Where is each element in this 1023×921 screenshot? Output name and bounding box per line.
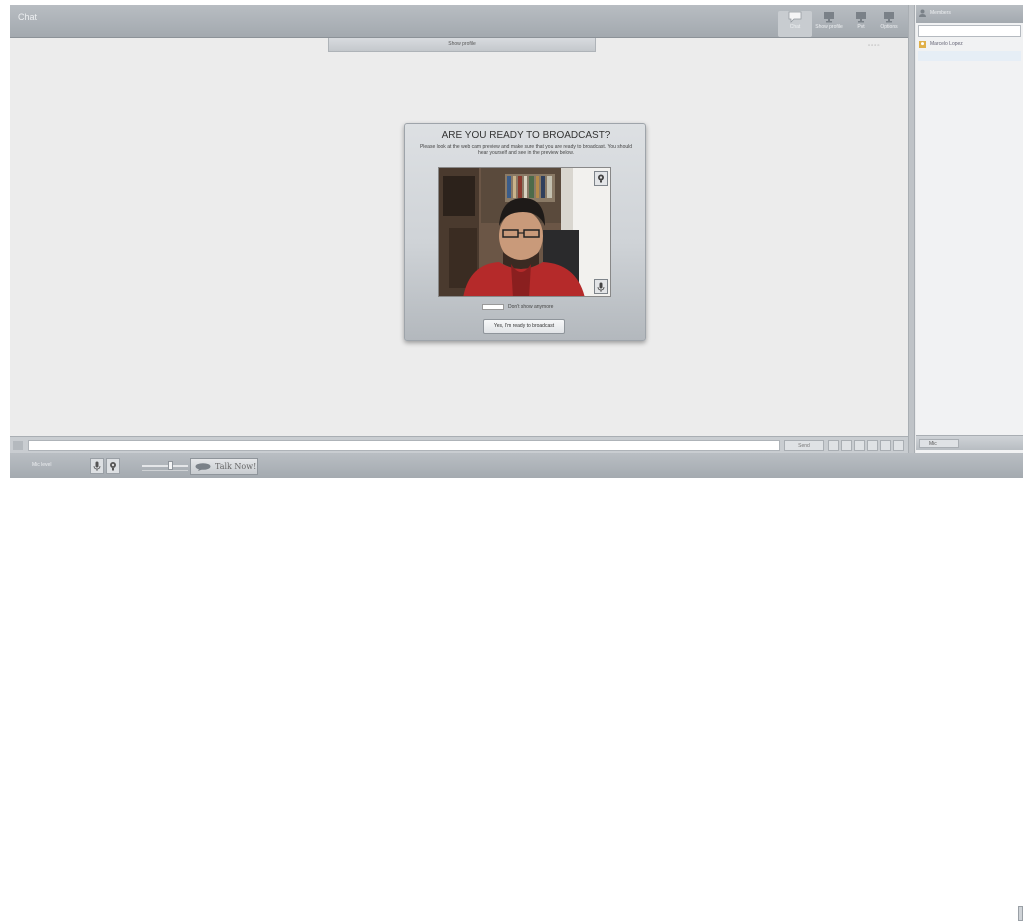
webcam-image bbox=[439, 168, 610, 296]
members-footer-button[interactable]: Mic bbox=[919, 439, 959, 448]
ready-to-broadcast-button[interactable]: Yes, I'm ready to broadcast bbox=[483, 319, 565, 334]
speech-bubble-icon bbox=[195, 463, 211, 471]
microphone-button[interactable] bbox=[90, 458, 104, 474]
webcam-icon bbox=[110, 462, 116, 471]
bottom-bar: Mic level Talk Now! bbox=[10, 453, 1023, 921]
panel-toggle-button[interactable] bbox=[1018, 906, 1023, 921]
dropdown-icon[interactable] bbox=[828, 440, 839, 451]
dont-show-label: Don't show anymore bbox=[508, 304, 554, 310]
volume-slider-knob[interactable] bbox=[168, 461, 173, 470]
bold-icon[interactable] bbox=[841, 440, 852, 451]
underline-icon[interactable] bbox=[867, 440, 878, 451]
user-avatar-icon bbox=[919, 41, 926, 48]
member-name: Marcelo Lopez bbox=[930, 41, 963, 47]
broadcast-dialog: ARE YOU READY TO BROADCAST? Please look … bbox=[404, 123, 646, 341]
dialog-description: Please look at the web cam preview and m… bbox=[419, 144, 633, 156]
speech-bubble-icon bbox=[788, 11, 802, 23]
members-footer: Mic bbox=[916, 435, 1023, 450]
talk-now-label: Talk Now! bbox=[215, 462, 257, 471]
app-window: Chat Chat Show profile Pvt Options Show … bbox=[10, 5, 1023, 921]
talk-now-button[interactable]: Talk Now! bbox=[190, 458, 258, 475]
panel-splitter[interactable] bbox=[908, 5, 915, 453]
members-search-input[interactable] bbox=[918, 25, 1021, 37]
toolbar-show-profile-button[interactable]: Show profile bbox=[812, 11, 846, 37]
webcam-settings-button[interactable] bbox=[594, 171, 608, 186]
monitor-icon bbox=[884, 12, 894, 23]
send-button[interactable]: Send bbox=[784, 440, 824, 451]
window-controls[interactable]: ▫▫▫▫ bbox=[868, 43, 881, 49]
emoticon-icon[interactable] bbox=[893, 440, 904, 451]
dialog-title: ARE YOU READY TO BROADCAST? bbox=[441, 130, 611, 141]
dont-show-checkbox[interactable] bbox=[482, 304, 504, 310]
members-header: Members bbox=[916, 5, 1023, 23]
volume-slider-track[interactable] bbox=[142, 465, 188, 467]
microphone-icon bbox=[597, 282, 605, 292]
volume-slider-base bbox=[142, 470, 188, 471]
members-header-label: Members bbox=[930, 10, 951, 16]
top-bar: Chat Chat Show profile Pvt Options bbox=[10, 5, 913, 38]
toolbar-options-button[interactable]: Options bbox=[872, 11, 906, 37]
toolbar-options-label: Options bbox=[880, 24, 898, 30]
toolbar-show-profile-label: Show profile bbox=[815, 24, 843, 30]
microphone-settings-button[interactable] bbox=[594, 279, 608, 294]
member-list-item[interactable]: Marcelo Lopez bbox=[918, 40, 1021, 49]
italic-icon[interactable] bbox=[854, 440, 865, 451]
mic-level-label: Mic level bbox=[32, 462, 52, 468]
color-icon[interactable] bbox=[880, 440, 891, 451]
toolbar-chat-label: Chat bbox=[789, 24, 801, 30]
app-title: Chat bbox=[18, 12, 38, 22]
webcam-icon bbox=[598, 174, 604, 183]
microphone-icon bbox=[93, 461, 101, 471]
member-list-selection[interactable] bbox=[918, 51, 1021, 61]
webcam-preview bbox=[438, 167, 611, 297]
chat-message-input[interactable] bbox=[28, 440, 780, 451]
show-profile-tab[interactable]: Show profile bbox=[328, 38, 596, 52]
message-input-bar: Send bbox=[10, 436, 908, 453]
monitor-icon bbox=[856, 12, 866, 23]
input-options-button[interactable] bbox=[13, 441, 23, 450]
members-sidebar: Members Marcelo Lopez Mic bbox=[916, 5, 1023, 453]
user-icon bbox=[919, 9, 926, 17]
toolbar-chat-button[interactable]: Chat bbox=[778, 11, 812, 37]
webcam-button[interactable] bbox=[106, 458, 120, 474]
monitor-icon bbox=[824, 12, 834, 23]
